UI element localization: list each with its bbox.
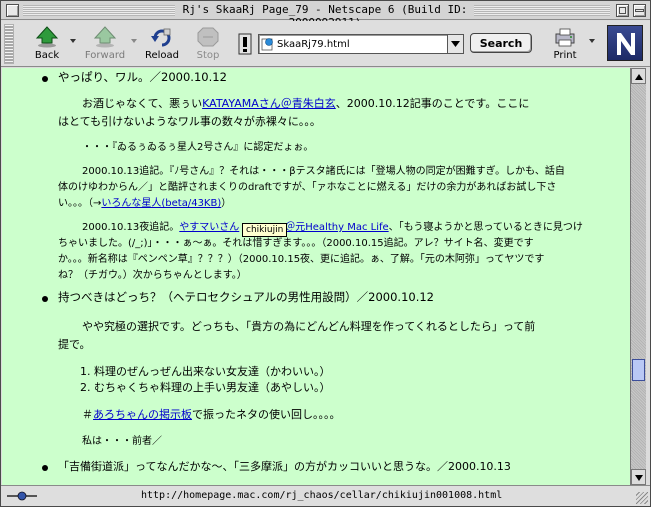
list-item: 2. むちゃくちゃ料理の上手い男友達（あやしい。） xyxy=(80,381,331,394)
scroll-up-button[interactable] xyxy=(631,68,646,84)
article-paragraph-cont: 提で。 xyxy=(58,338,91,351)
forward-arrow-icon xyxy=(93,26,117,48)
back-button[interactable]: Back xyxy=(19,24,75,64)
printer-icon xyxy=(555,28,575,47)
forward-button[interactable]: Forward xyxy=(79,24,131,64)
bookmark-marker-icon[interactable] xyxy=(238,33,252,55)
forward-label: Forward xyxy=(84,50,126,61)
article-title: やっぱり、ワル。／2000.10.12 xyxy=(58,70,227,84)
arrow-up-icon xyxy=(635,74,643,80)
addendum-line: ちゃいました。(/_;)」・・・ぁ～ぁ。それは惜すぎます。。。（2000.10.… xyxy=(58,238,534,249)
page-proxy-icon[interactable] xyxy=(261,37,275,51)
collapse-box[interactable] xyxy=(633,4,646,17)
stop-label: Stop xyxy=(196,50,220,61)
article-paragraph: ＃あろちゃんの掲示板で振ったネタの使い回し。。。。 xyxy=(82,408,341,421)
scroll-track[interactable] xyxy=(631,84,646,469)
title-bar[interactable]: Rj's SkaaRj Page_79 - Netscape 6 (Build … xyxy=(1,1,650,29)
title-stripes-right xyxy=(474,5,610,16)
title-stripes-left xyxy=(23,5,175,16)
addendum-line: 2000.10.13夜追記。やすマいさん ＠元Healthy Mac Life、「… xyxy=(82,222,583,233)
print-options-dropdown-icon[interactable] xyxy=(589,39,595,43)
print-button[interactable]: Print xyxy=(543,24,587,64)
addendum-line: ね？（チガウ。）次からちゃんとします。） xyxy=(58,270,247,281)
resize-grip[interactable] xyxy=(636,492,648,504)
status-url: http://homepage.mac.com/rj_chaos/cellar/… xyxy=(141,490,503,501)
arrow-down-icon xyxy=(635,475,643,481)
page-content[interactable]: やっぱり、ワル。／2000.10.12 お酒じゃなくて、悪ぅいKATAYAMAさ… xyxy=(2,68,630,485)
article-title: 持つべきはどっち？（ヘテロセクシュアルの男性用設問）／2000.10.12 xyxy=(58,290,434,304)
back-history-dropdown-icon[interactable] xyxy=(70,39,76,43)
zoom-box[interactable] xyxy=(616,4,629,17)
chevron-down-icon xyxy=(451,41,460,47)
yasumai-link[interactable]: やすマいさん xyxy=(179,222,239,233)
addendum-line: か。。。新名称は『ペンペン草』？？？）（2000.10.15夜、更に追記。ぁ、了… xyxy=(58,254,545,265)
addendum-line: 2000.10.13追記。『ﾉ号さん』？それは・・・βテスタ諸氏には「登場人物の… xyxy=(82,166,565,177)
bullet-marker xyxy=(42,465,48,471)
addendum-line: 体のけゆわからん／」と酷評されまくりのdraftですが、「ァホなことに燃える」だ… xyxy=(58,182,557,193)
url-bar[interactable] xyxy=(258,34,464,54)
article-note: 私は・・・前者／ xyxy=(82,436,162,447)
article-note: ・・・『ゐるぅゐるぅ星人2号さん』に認定だょぉ。 xyxy=(82,142,314,153)
reload-icon xyxy=(151,28,171,47)
katayama-link[interactable]: KATAYAMAさん＠青朱白玄 xyxy=(202,97,336,110)
forward-history-dropdown-icon[interactable] xyxy=(131,39,137,43)
article-paragraph-cont: はとても引けないようなワル事の数々が赤裸々に。。。 xyxy=(58,115,321,128)
search-button[interactable]: Search xyxy=(470,33,532,53)
article-paragraph: やや究極の選択です。どっちも、「貴方の為にどんどん料理を作ってくれるとしたら」っ… xyxy=(82,320,536,333)
stop-icon xyxy=(197,27,219,47)
print-label: Print xyxy=(553,50,577,61)
bullet-marker xyxy=(42,296,48,302)
back-arrow-icon xyxy=(35,26,59,48)
reload-label: Reload xyxy=(144,50,180,61)
iron-na-seijin-link[interactable]: いろんな星人(beta/43KB) xyxy=(101,198,221,209)
article-paragraph: お酒じゃなくて、悪ぅいKATAYAMAさん＠青朱白玄、2000.10.12記事の… xyxy=(82,97,530,110)
vertical-scrollbar[interactable] xyxy=(630,68,646,485)
browser-window: Rj's SkaaRj Page_79 - Netscape 6 (Build … xyxy=(0,0,651,507)
connection-status-icon[interactable] xyxy=(7,491,37,501)
toolbar-grip[interactable] xyxy=(4,24,14,64)
url-input[interactable] xyxy=(277,36,447,52)
addendum-line: い。。。（→いろんな星人(beta/43KB)） xyxy=(58,198,232,209)
scroll-down-button[interactable] xyxy=(631,469,646,485)
scroll-thumb[interactable] xyxy=(632,359,645,381)
bullet-marker xyxy=(42,76,48,82)
back-label: Back xyxy=(34,50,60,61)
healthy-mac-life-link[interactable]: ＠元Healthy Mac Life xyxy=(285,222,388,233)
link-tooltip: chikiujin xyxy=(242,223,288,237)
url-dropdown-button[interactable] xyxy=(447,34,464,54)
close-box[interactable] xyxy=(6,4,19,17)
stop-button[interactable]: Stop xyxy=(187,24,229,64)
reload-button[interactable]: Reload xyxy=(139,24,185,64)
aro-chan-board-link[interactable]: あろちゃんの掲示板 xyxy=(93,408,192,421)
netscape-logo[interactable] xyxy=(607,25,643,61)
netscape-n-icon xyxy=(617,33,635,55)
status-bar: http://homepage.mac.com/rj_chaos/cellar/… xyxy=(1,485,650,506)
navigation-toolbar: Back Forward Reload Stop SkaaRj79.html S… xyxy=(1,21,650,67)
article-title: 「吉備街道派」ってなんだかな～、「三多摩派」の方がカッコいいと思うな。／2000… xyxy=(58,460,511,473)
